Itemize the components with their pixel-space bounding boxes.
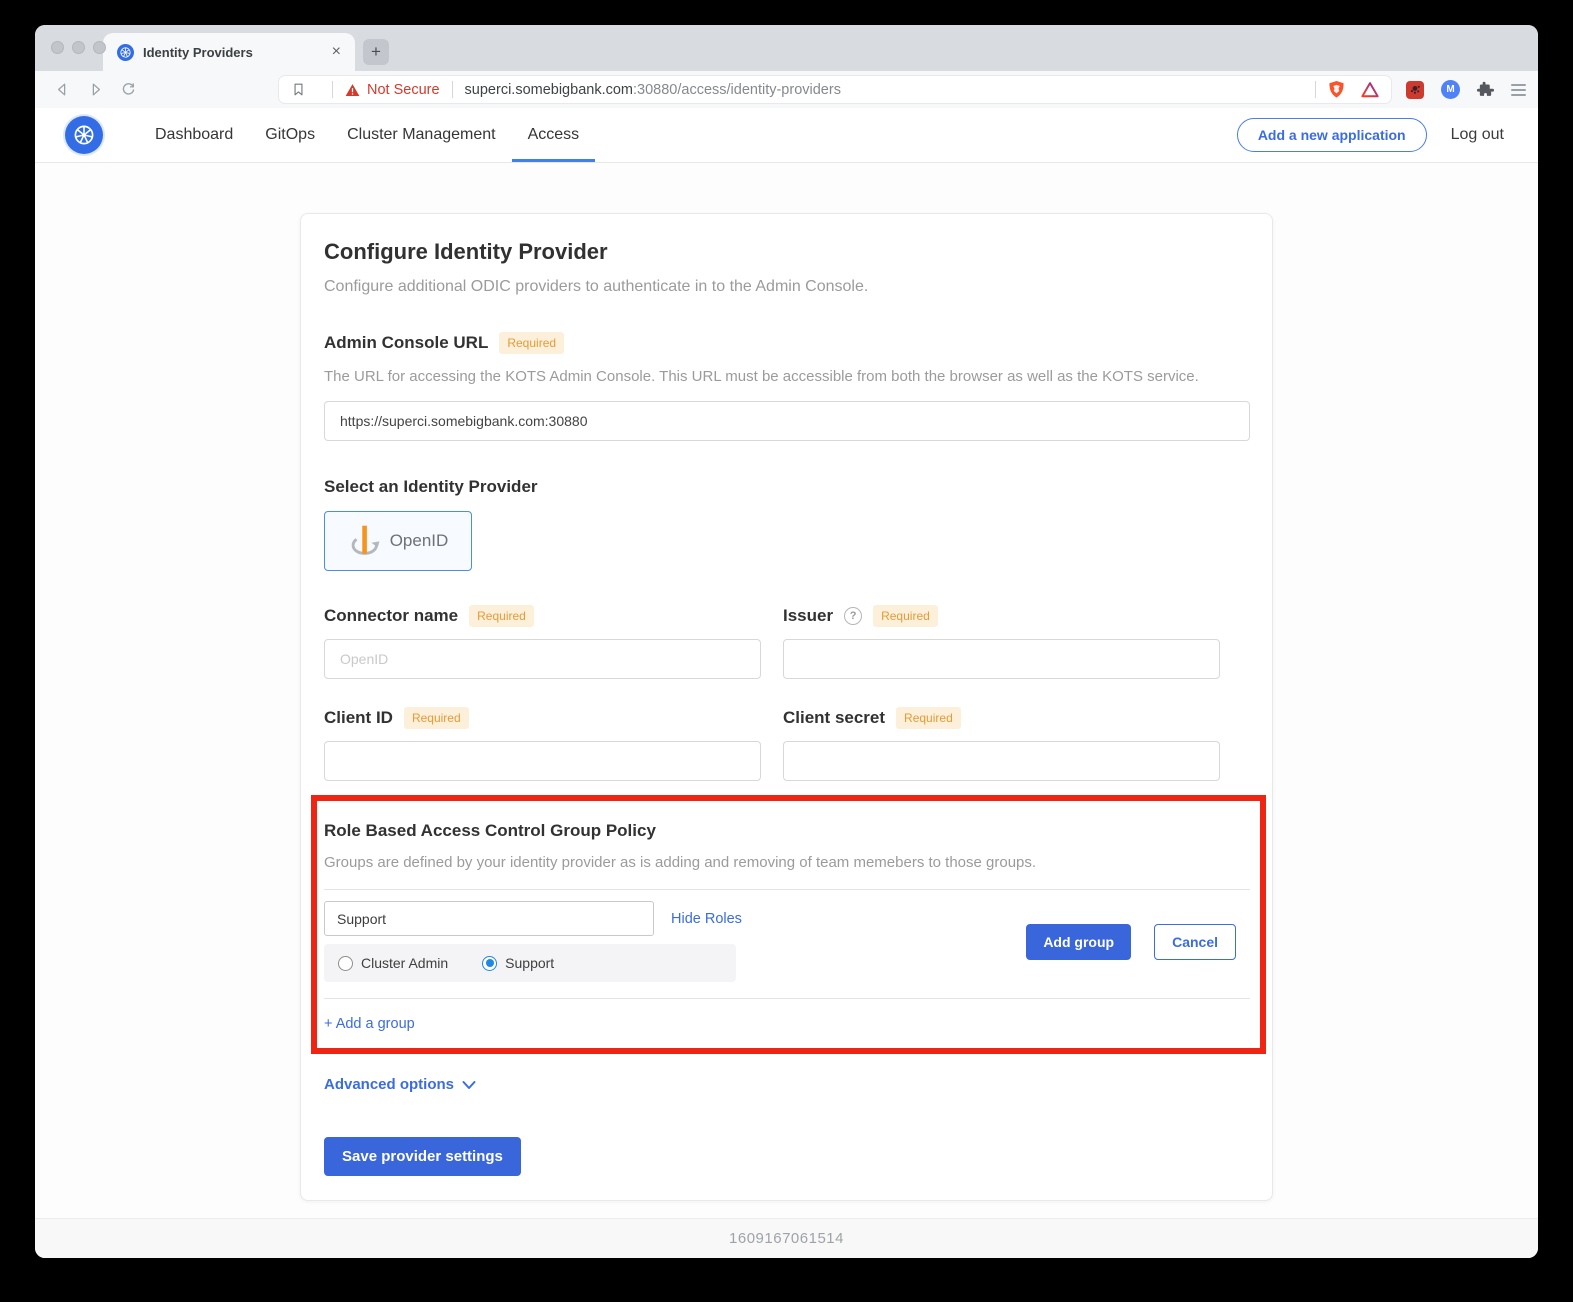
- browser-tab[interactable]: Identity Providers ×: [103, 33, 355, 71]
- menu-icon[interactable]: [1511, 84, 1526, 96]
- nav-item-gitops[interactable]: GitOps: [249, 108, 331, 162]
- help-question-icon[interactable]: ?: [844, 607, 862, 625]
- not-secure-label: Not Secure: [367, 82, 440, 98]
- rbac-section-description: Groups are defined by your identity prov…: [324, 854, 1250, 871]
- minimize-window-icon[interactable]: [72, 41, 85, 54]
- issuer-label: Issuer: [783, 606, 833, 626]
- page-subtitle: Configure additional ODIC providers to a…: [324, 278, 1250, 296]
- page-content: Configure Identity Provider Configure ad…: [35, 163, 1538, 1218]
- back-button[interactable]: [51, 79, 73, 101]
- browser-window: Identity Providers × +: [35, 25, 1538, 1258]
- maximize-window-icon[interactable]: [93, 41, 106, 54]
- close-window-icon[interactable]: [51, 41, 64, 54]
- radio-checked-icon[interactable]: [482, 956, 497, 971]
- close-tab-icon[interactable]: ×: [328, 43, 345, 61]
- reload-button[interactable]: [117, 79, 139, 101]
- browser-toolbar: Not Secure superci.somebigbank.com:30880…: [35, 71, 1538, 108]
- bookmark-icon[interactable]: [291, 81, 306, 98]
- issuer-input[interactable]: [783, 639, 1220, 679]
- page-title: Configure Identity Provider: [324, 239, 1250, 265]
- client-secret-label: Client secret: [783, 708, 885, 728]
- admin-console-url-label: Admin Console URL: [324, 333, 488, 353]
- kubernetes-logo-icon: [65, 116, 103, 154]
- divider: [1315, 81, 1316, 98]
- radio-unchecked-icon[interactable]: [338, 956, 353, 971]
- connector-name-label: Connector name: [324, 606, 458, 626]
- not-secure-badge[interactable]: Not Secure: [345, 82, 440, 98]
- nav-item-access[interactable]: Access: [512, 108, 596, 162]
- nav-items: Dashboard GitOps Cluster Management Acce…: [139, 108, 595, 162]
- group-name-input[interactable]: [324, 901, 654, 936]
- connector-name-input[interactable]: [324, 639, 761, 679]
- nav-item-cluster-management[interactable]: Cluster Management: [331, 108, 512, 162]
- page-footer: 1609167061514: [35, 1218, 1538, 1258]
- openid-logo-icon: [348, 522, 382, 560]
- chevron-down-icon: [462, 1080, 476, 1090]
- tab-favicon-icon: [117, 44, 134, 61]
- address-bar[interactable]: Not Secure superci.somebigbank.com:30880…: [278, 75, 1392, 104]
- bat-triangle-icon[interactable]: [1361, 81, 1379, 98]
- role-options: Cluster Admin Support: [324, 944, 736, 982]
- add-a-group-link[interactable]: + Add a group: [324, 1016, 1250, 1032]
- divider: [452, 81, 453, 98]
- warning-triangle-icon: [345, 83, 360, 97]
- openid-provider-option[interactable]: OpenID: [324, 511, 472, 571]
- client-secret-input[interactable]: [783, 741, 1220, 781]
- admin-console-url-input[interactable]: [324, 401, 1250, 441]
- select-identity-provider-label: Select an Identity Provider: [324, 477, 538, 497]
- client-id-label: Client ID: [324, 708, 393, 728]
- footer-timestamp: 1609167061514: [729, 1230, 844, 1247]
- client-id-input[interactable]: [324, 741, 761, 781]
- required-badge: Required: [404, 707, 469, 729]
- add-group-button[interactable]: Add group: [1026, 924, 1131, 960]
- divider: [324, 998, 1250, 999]
- openid-option-label: OpenID: [390, 531, 449, 551]
- required-badge: Required: [873, 605, 938, 627]
- role-option-support[interactable]: Support: [482, 955, 554, 971]
- tab-title: Identity Providers: [143, 45, 328, 60]
- profile-avatar[interactable]: M: [1441, 80, 1460, 99]
- hide-roles-link[interactable]: Hide Roles: [671, 911, 742, 927]
- role-option-cluster-admin[interactable]: Cluster Admin: [338, 955, 448, 971]
- cancel-button[interactable]: Cancel: [1154, 924, 1236, 960]
- advanced-options-toggle[interactable]: Advanced options: [324, 1076, 1250, 1093]
- save-provider-settings-button[interactable]: Save provider settings: [324, 1137, 521, 1176]
- brave-shield-icon[interactable]: [1328, 80, 1345, 99]
- rbac-highlight-annotation: Role Based Access Control Group Policy G…: [311, 795, 1266, 1054]
- divider: [324, 889, 1250, 890]
- forward-button[interactable]: [84, 79, 106, 101]
- required-badge: Required: [896, 707, 961, 729]
- extension-icon[interactable]: [1406, 81, 1424, 99]
- extensions-puzzle-icon[interactable]: [1477, 81, 1494, 98]
- app-navbar: Dashboard GitOps Cluster Management Acce…: [35, 108, 1538, 163]
- tab-strip: Identity Providers × +: [35, 25, 1538, 71]
- rbac-section-title: Role Based Access Control Group Policy: [324, 821, 1250, 841]
- logout-link[interactable]: Log out: [1451, 126, 1504, 144]
- admin-console-url-help: The URL for accessing the KOTS Admin Con…: [324, 368, 1250, 385]
- url-text: superci.somebigbank.com:30880/access/ide…: [465, 82, 841, 98]
- configure-identity-provider-card: Configure Identity Provider Configure ad…: [300, 213, 1273, 1201]
- nav-item-dashboard[interactable]: Dashboard: [139, 108, 249, 162]
- new-tab-button[interactable]: +: [363, 39, 389, 65]
- add-new-application-button[interactable]: Add a new application: [1237, 118, 1427, 152]
- divider: [332, 81, 333, 98]
- window-controls[interactable]: [51, 41, 106, 54]
- required-badge: Required: [469, 605, 534, 627]
- required-badge: Required: [499, 332, 564, 354]
